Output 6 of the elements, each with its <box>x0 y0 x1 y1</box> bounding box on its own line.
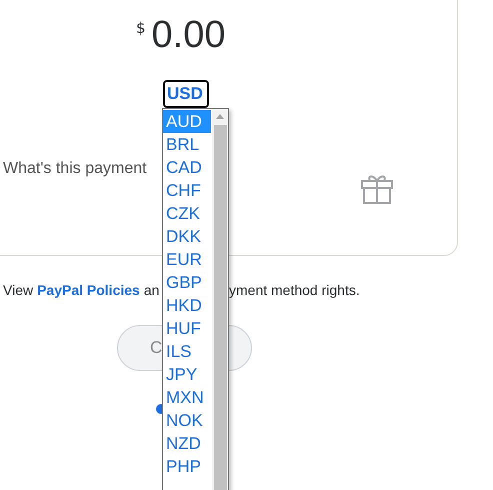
amount: 0.00 <box>152 15 226 55</box>
policy-text: View <box>3 282 34 300</box>
policy-text: an <box>144 282 160 300</box>
policy-text: yment method rights. <box>229 282 360 298</box>
payment-question: What's this payment <box>3 160 147 178</box>
currency-symbol: $ <box>136 19 146 37</box>
